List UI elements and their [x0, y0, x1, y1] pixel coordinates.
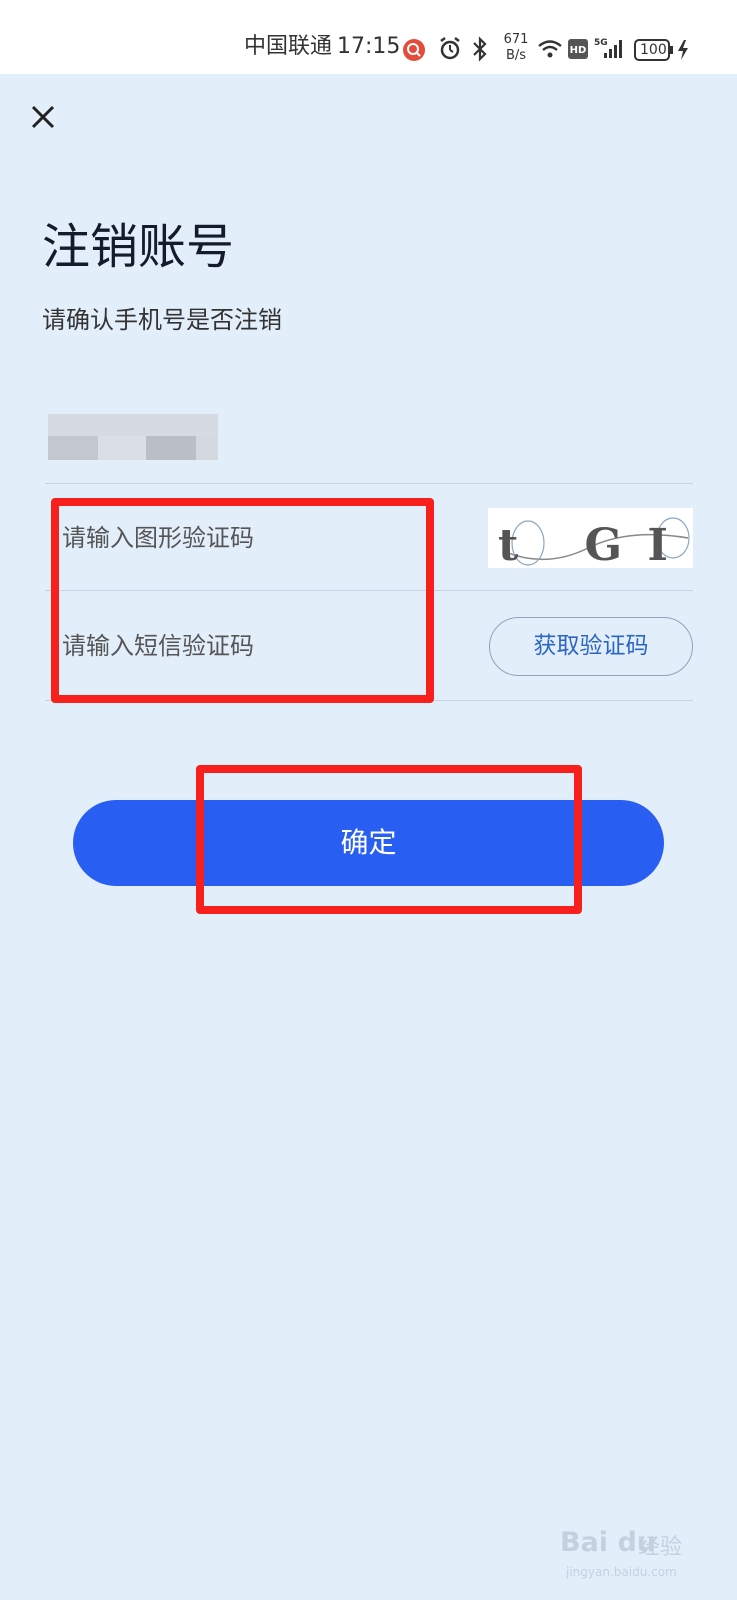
- charging-icon: [677, 39, 689, 65]
- network-speed-value: 671: [503, 32, 529, 47]
- network-speed-unit: B/s: [505, 48, 527, 63]
- get-sms-code-button[interactable]: 获取验证码: [489, 617, 693, 676]
- divider: [45, 590, 693, 591]
- watermark-sub: 经验: [638, 1535, 683, 1560]
- close-icon: [31, 105, 55, 129]
- phone-number-blurred: [48, 414, 218, 460]
- hd-icon: HD: [567, 38, 589, 64]
- page-subtitle: 请确认手机号是否注销: [42, 306, 282, 334]
- page-title: 注销账号: [42, 219, 235, 275]
- watermark: Bai du 经验 jingyan.baidu.com: [560, 1505, 700, 1590]
- status-bar: 中国联通 17:15 671 B/s HD 5G 100: [0, 0, 737, 74]
- captcha-image[interactable]: t GI: [488, 508, 693, 571]
- search-badge-icon: [403, 39, 425, 61]
- sms-code-input[interactable]: [62, 626, 442, 666]
- confirm-button[interactable]: 确定: [73, 800, 664, 886]
- alarm-icon: [438, 36, 462, 66]
- status-carrier: 中国联通: [244, 34, 333, 59]
- signal-icon: 5G: [594, 36, 626, 66]
- network-speed: 671 B/s: [501, 32, 531, 64]
- bluetooth-icon: [471, 36, 489, 66]
- battery-level: 100: [640, 42, 667, 58]
- divider: [45, 700, 693, 701]
- close-button[interactable]: [26, 100, 60, 134]
- watermark-url: jingyan.baidu.com: [566, 1565, 677, 1579]
- captcha-input[interactable]: [62, 518, 442, 558]
- hd-label: HD: [570, 45, 587, 56]
- divider: [45, 483, 693, 484]
- wifi-icon: [537, 39, 563, 63]
- status-time: 17:15: [337, 34, 401, 59]
- signal-label: 5G: [594, 38, 608, 48]
